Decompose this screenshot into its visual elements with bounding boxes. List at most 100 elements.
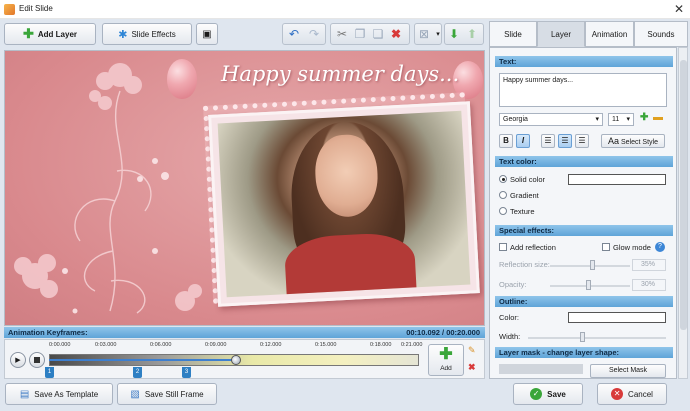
save-button[interactable]: ✓ Save: [513, 383, 583, 405]
add-layer-button[interactable]: ✚ Add Layer: [4, 23, 96, 45]
timeline-playhead[interactable]: [231, 355, 241, 365]
add-keyframe-button[interactable]: ✚ Add: [428, 344, 464, 376]
photo-frame[interactable]: [208, 101, 480, 307]
add-reflection-checkbox[interactable]: [499, 243, 507, 251]
outline-width-label: Width:: [499, 332, 521, 341]
keyframe-marker[interactable]: 3: [182, 367, 191, 378]
outline-width-thumb[interactable]: [580, 332, 585, 342]
cut-icon[interactable]: ✂: [332, 24, 352, 44]
align-right-icon: ☰: [578, 136, 586, 145]
move-up-icon[interactable]: ⬆: [462, 24, 482, 44]
window-title: Edit Slide: [19, 4, 53, 13]
tick-label: 0:06.000: [150, 342, 172, 348]
keyframe-marker[interactable]: 2: [133, 367, 142, 378]
undo-icon[interactable]: ↶: [284, 24, 304, 44]
copy-icon[interactable]: ❐: [350, 24, 370, 44]
font-style-icon: Aa: [608, 136, 620, 146]
keyframes-timeline: ▶ 0:00.000 0:03.000 0:06.000 0:09.000 0:…: [4, 339, 485, 379]
text-color-section-header: Text color:: [495, 156, 673, 167]
reflection-size-label: Reflection size:: [499, 260, 550, 269]
play-button[interactable]: ▶: [10, 352, 26, 368]
slide-effects-button[interactable]: ✱ Slide Effects: [102, 23, 192, 45]
plus-icon: ✚: [22, 26, 34, 41]
tab-slide[interactable]: Slide: [489, 21, 537, 47]
title-bar: Edit Slide ✕: [0, 0, 690, 19]
font-size-select[interactable]: 11: [608, 113, 634, 126]
move-down-icon[interactable]: ⬇: [444, 24, 464, 44]
glow-mode-label: Glow mode: [613, 243, 651, 252]
font-select[interactable]: Georgia: [499, 113, 603, 126]
close-window-icon[interactable]: ✕: [674, 2, 684, 16]
align-left-button[interactable]: ☰: [541, 134, 555, 148]
plus-icon: ✚: [439, 346, 453, 363]
help-icon[interactable]: ?: [655, 242, 665, 252]
gradient-radio[interactable]: [499, 191, 507, 199]
outline-width-slider[interactable]: [528, 337, 666, 339]
sparkle-icon: ✱: [118, 28, 128, 41]
tab-sounds[interactable]: Sounds: [634, 21, 688, 47]
girl-photo: [217, 110, 471, 298]
align-center-button[interactable]: ☰: [558, 134, 572, 148]
layer-properties-panel: Text: Happy summer days... Georgia 11 ✚ …: [489, 47, 677, 379]
gradient-label: Gradient: [510, 191, 539, 200]
decrease-size-icon[interactable]: ▬: [653, 112, 663, 123]
align-center-icon: ☰: [561, 136, 569, 145]
cancel-icon: ✕: [611, 388, 624, 400]
stop-button[interactable]: [29, 352, 45, 368]
edit-keyframe-icon[interactable]: ✎: [468, 345, 476, 356]
opacity-label: Opacity:: [499, 280, 527, 289]
opacity-thumb[interactable]: [586, 280, 591, 290]
save-still-frame-button[interactable]: ▧ Save Still Frame: [117, 383, 217, 405]
keyframe-marker[interactable]: 1: [45, 367, 54, 378]
scrollbar-thumb[interactable]: [680, 60, 687, 330]
preview-button[interactable]: ▣: [196, 23, 218, 45]
save-as-template-button[interactable]: ▤ Save As Template: [5, 383, 113, 405]
tick-label: 0:21.000: [401, 342, 423, 348]
main-toolbar: ✚ Add Layer ✱ Slide Effects ▣ ↶ ↷ ✂ ❐ ❏ …: [4, 21, 485, 47]
italic-button[interactable]: I: [516, 134, 530, 148]
text-section-header: Text:: [495, 56, 673, 67]
paste-icon[interactable]: ❏: [368, 24, 388, 44]
bold-button[interactable]: B: [499, 134, 513, 148]
mask-preview: [499, 364, 583, 374]
tick-label: 0:03.000: [95, 342, 117, 348]
texture-label: Texture: [510, 207, 535, 216]
cancel-button[interactable]: ✕ Cancel: [597, 383, 667, 405]
app-icon: [4, 4, 15, 15]
timeline-progress: [49, 359, 237, 361]
image-icon: ▧: [130, 388, 140, 400]
balloon-left: [167, 59, 197, 99]
layer-text-input[interactable]: Happy summer days...: [499, 73, 667, 107]
panel-scrollbar[interactable]: [678, 47, 688, 379]
reflection-size-thumb[interactable]: [590, 260, 595, 270]
opacity-value[interactable]: 30%: [632, 279, 666, 291]
tick-label: 0:12.000: [260, 342, 282, 348]
slide-canvas[interactable]: Happy summer days...: [4, 50, 485, 326]
text-color-picker[interactable]: [568, 174, 666, 185]
template-icon: ▤: [19, 388, 30, 400]
select-style-button[interactable]: Aa Select Style: [601, 134, 665, 148]
properties-tabs: Slide Layer Animation Sounds: [489, 21, 688, 47]
align-right-button[interactable]: ☰: [575, 134, 589, 148]
delete-keyframe-icon[interactable]: ✖: [468, 362, 476, 373]
add-reflection-label: Add reflection: [510, 243, 556, 252]
texture-radio[interactable]: [499, 207, 507, 215]
align-left-icon: ☰: [544, 136, 552, 145]
reflection-size-value[interactable]: 35%: [632, 259, 666, 271]
outline-color-picker[interactable]: [568, 312, 666, 323]
glow-mode-checkbox[interactable]: [602, 243, 610, 251]
projector-icon: ▣: [202, 28, 212, 40]
increase-size-icon[interactable]: ✚: [640, 112, 648, 123]
delete-icon[interactable]: ✖: [386, 24, 406, 44]
redo-icon[interactable]: ↷: [304, 24, 324, 44]
timeline-time: 00:10.092 / 00:20.000: [406, 328, 480, 337]
tick-label: 0:00.000: [49, 342, 71, 348]
special-effects-section-header: Special effects:: [495, 225, 673, 236]
tab-animation[interactable]: Animation: [585, 21, 634, 47]
select-mask-button[interactable]: Select Mask: [590, 364, 666, 378]
tab-layer[interactable]: Layer: [537, 21, 585, 47]
tick-label: 0:15.000: [315, 342, 337, 348]
slide-headline-text[interactable]: Happy summer days...: [221, 62, 459, 86]
timeline-ruler: 0:00.000 0:03.000 0:06.000 0:09.000 0:12…: [49, 342, 423, 352]
solid-color-radio[interactable]: [499, 175, 507, 183]
